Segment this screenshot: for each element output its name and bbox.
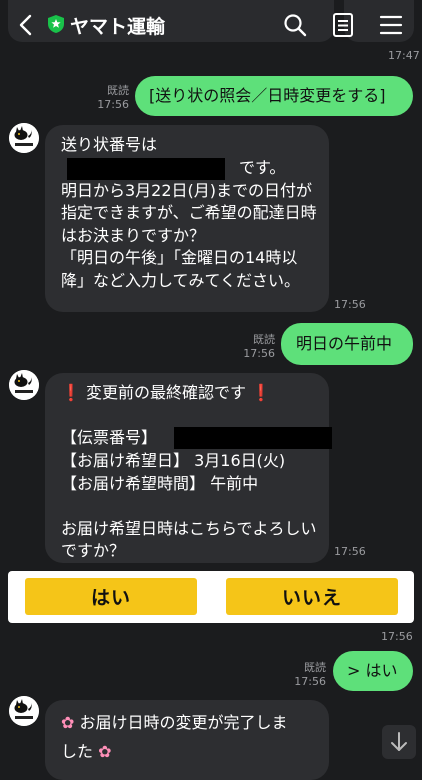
outgoing-message: > はい — [333, 651, 413, 691]
message-time: 17:56 — [243, 347, 275, 360]
flower-icon: ✿ — [61, 713, 75, 732]
redacted-tracking-number — [67, 157, 225, 180]
read-receipt: 既読 — [107, 84, 129, 97]
message-text: です。 — [239, 157, 286, 177]
quick-reply-panel: はい いいえ — [8, 571, 414, 623]
flower-icon: ✿ — [98, 741, 112, 761]
no-button[interactable]: いいえ — [226, 578, 398, 615]
message-text: 送り状番号は — [61, 135, 158, 154]
notes-icon[interactable] — [332, 12, 354, 38]
message-text: 【伝票番号】 — [61, 428, 158, 447]
exclamation-icon: ❗ — [251, 383, 272, 402]
message-time: 17:56 — [334, 298, 366, 311]
incoming-message: ❗ 変更前の最終確認です ❗ 【伝票番号】 【お届け希望日】 3月16日(火) … — [45, 373, 332, 563]
message-text: お届け希望日時はこちらでよろしいですか？ — [61, 518, 317, 561]
redacted-slip-number — [174, 427, 332, 449]
scroll-down-button[interactable] — [382, 725, 416, 759]
message-time: 17:56 — [294, 675, 326, 688]
outgoing-message: [送り状の照会／日時変更をする] — [135, 76, 413, 116]
read-receipt: 既読 — [253, 333, 275, 346]
message-text: 変更前の最終確認です — [86, 383, 247, 402]
avatar-cat-icon — [9, 370, 39, 400]
message-text: 明日から3月22日(月)までの日付が指定できますが、ご希望の配達日時はお決まりで… — [61, 180, 317, 290]
message-text: お届け日時の変更が完了しま — [79, 713, 288, 732]
message-text: した — [61, 741, 94, 761]
exclamation-icon: ❗ — [61, 383, 81, 402]
message-time: 17:56 — [334, 545, 366, 558]
chat-title[interactable]: ヤマト運輸 — [70, 12, 165, 39]
avatar-cat-icon — [9, 123, 39, 153]
avatar[interactable] — [9, 370, 39, 400]
message-time: 17:56 — [381, 630, 413, 643]
message-title-line: ❗ 変更前の最終確認です ❗ — [61, 382, 319, 405]
scroll-down-icon — [391, 732, 407, 751]
menu-icon[interactable] — [379, 14, 403, 36]
message-text: 【お届け希望日】 3月16日(火) — [61, 451, 286, 470]
incoming-message: ✿ お届け日時の変更が完了しま した ✿ — [45, 700, 329, 780]
read-receipt: 既読 — [304, 661, 326, 674]
message-text: 【お届け希望時間】 午前中 — [61, 473, 259, 493]
search-icon[interactable] — [283, 13, 307, 37]
avatar[interactable] — [9, 696, 39, 726]
avatar-cat-icon — [9, 696, 39, 726]
avatar[interactable] — [9, 123, 39, 153]
message-time: 17:56 — [97, 98, 129, 111]
yes-button[interactable]: はい — [25, 578, 197, 615]
timestamp: 17:47 — [388, 49, 420, 62]
shield-icon — [48, 15, 64, 33]
outgoing-message: 明日の午前中 — [281, 323, 413, 365]
back-icon[interactable] — [16, 14, 38, 36]
incoming-message: 送り状番号は です。 明日から3月22日(月)までの日付が指定できますが、ご希望… — [45, 125, 329, 312]
